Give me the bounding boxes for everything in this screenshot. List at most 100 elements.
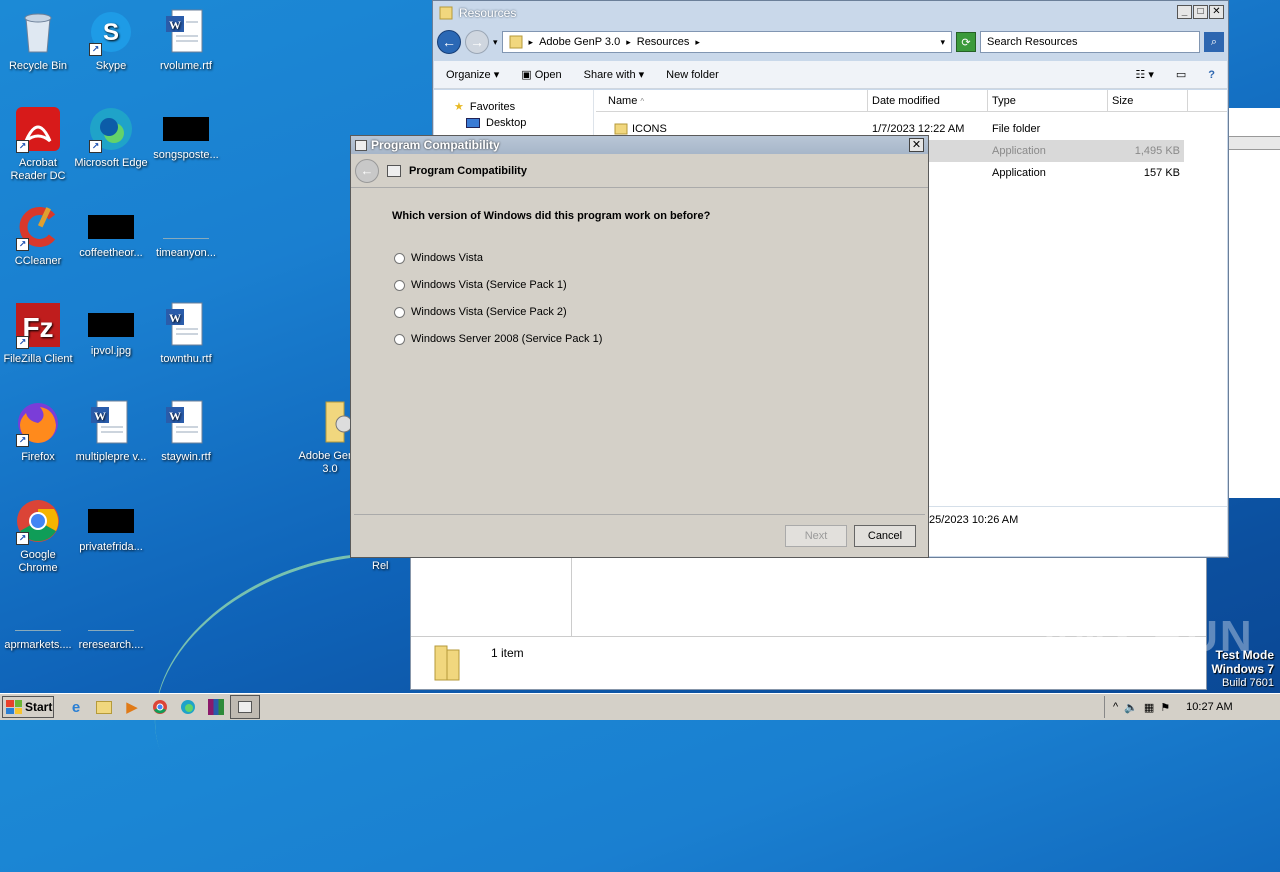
minimize-button[interactable]: _ <box>1177 5 1192 19</box>
start-label: Start <box>25 700 53 714</box>
desktop-icon-label: aprmarkets.... <box>4 639 72 651</box>
option-windows-server-2008-sp1[interactable]: Windows Server 2008 (Service Pack 1) <box>394 333 602 345</box>
option-windows-vista-sp2[interactable]: Windows Vista (Service Pack 2) <box>394 306 567 318</box>
organize-label: Organize <box>446 69 491 81</box>
next-button[interactable]: Next <box>785 525 847 547</box>
file-thumbnail <box>88 509 134 533</box>
desktop-icon-label: townthu.rtf <box>160 353 212 365</box>
preview-pane-icon[interactable]: ▭ <box>1176 68 1186 81</box>
chrome-icon: ↗ <box>14 497 62 545</box>
breadcrumb-arrow-icon[interactable]: ▸ <box>626 37 631 48</box>
desktop-icon-rel[interactable]: Rel <box>372 560 412 573</box>
option-windows-vista-sp1[interactable]: Windows Vista (Service Pack 1) <box>394 279 567 291</box>
share-with-label: Share with <box>583 69 636 81</box>
desktop-icon-chrome[interactable]: ↗ Google Chrome <box>0 497 76 575</box>
internet-explorer-icon[interactable]: e <box>62 695 90 719</box>
window-title: Resources <box>459 6 517 20</box>
file-thumbnail <box>163 215 209 239</box>
option-windows-vista[interactable]: Windows Vista <box>394 252 483 264</box>
desktop-icon-label: staywin.rtf <box>161 451 211 463</box>
close-button[interactable]: ✕ <box>1209 5 1224 19</box>
desktop-icon-filezilla[interactable]: Fz ↗ FileZilla Client <box>0 301 76 366</box>
desktop-icon-privatefrida[interactable]: privatefrida... <box>73 497 149 554</box>
history-dropdown-icon[interactable]: ▾ <box>493 37 498 48</box>
address-dropdown-icon[interactable]: ▾ <box>940 37 945 48</box>
start-button[interactable]: Start <box>2 696 54 718</box>
back-button[interactable]: ← <box>355 158 379 183</box>
desktop-icon-aprmarkets[interactable]: aprmarkets.... <box>0 595 76 652</box>
organize-button[interactable]: Organize ▾ <box>446 68 499 81</box>
desktop-icon-skype[interactable]: S ↗ Skype <box>73 8 149 73</box>
column-type[interactable]: Type <box>988 90 1108 111</box>
cancel-button[interactable]: Cancel <box>854 525 916 547</box>
file-explorer-icon[interactable] <box>90 695 118 719</box>
column-date[interactable]: Date modified <box>868 90 988 111</box>
maximize-button[interactable]: □ <box>1193 5 1208 19</box>
nav-favorites[interactable]: ★ Favorites <box>434 90 593 114</box>
desktop-icon-multipleprev[interactable]: W multiplepre v... <box>73 399 149 464</box>
dialog-title: Program Compatibility <box>371 138 500 152</box>
desktop-icon-townthu[interactable]: W townthu.rtf <box>148 301 224 366</box>
radio-button[interactable] <box>394 279 405 291</box>
network-icon[interactable]: ▦ <box>1144 701 1154 714</box>
breadcrumb-item[interactable]: Resources <box>637 36 690 48</box>
desktop-icon-reresearch[interactable]: reresearch.... <box>73 595 149 652</box>
star-icon: ★ <box>454 101 464 113</box>
clock[interactable]: 10:27 AM <box>1186 701 1232 713</box>
address-bar[interactable]: ▸ Adobe GenP 3.0 ▸ Resources ▸ ▾ <box>501 31 952 53</box>
desktop-icon-ccleaner[interactable]: ↗ CCleaner <box>0 203 76 268</box>
desktop-icon-timeanyon[interactable]: timeanyon... <box>148 203 224 260</box>
explorer-title-bar[interactable]: Resources <box>433 1 1228 25</box>
chrome-taskbar-icon[interactable] <box>146 695 174 719</box>
refresh-icon[interactable]: ⟳ <box>956 32 976 52</box>
media-player-icon[interactable]: ▶ <box>118 695 146 719</box>
tray-expand-icon[interactable]: ^ <box>1113 701 1118 713</box>
new-folder-button[interactable]: New folder <box>666 69 719 81</box>
view-options-icon[interactable]: ☷ ▾ <box>1135 68 1153 81</box>
breadcrumb-item[interactable]: Adobe GenP 3.0 <box>539 36 620 48</box>
desktop-icon-ipvol[interactable]: ipvol.jpg <box>73 301 149 358</box>
program-compatibility-dialog[interactable]: Program Compatibility ✕ ← Program Compat… <box>350 135 929 558</box>
desktop-icon-songsposte[interactable]: songsposte... <box>148 105 224 162</box>
forward-button[interactable]: → <box>465 30 489 54</box>
column-size[interactable]: Size <box>1108 90 1188 111</box>
desktop-icon-recycle-bin[interactable]: Recycle Bin <box>0 8 76 73</box>
open-button[interactable]: ▣ Open <box>521 68 561 81</box>
winrar-icon[interactable] <box>202 695 230 719</box>
option-label: Windows Vista (Service Pack 1) <box>411 279 567 291</box>
program-compatibility-taskbar-button[interactable] <box>230 695 260 719</box>
column-name[interactable]: Name ^ <box>596 90 868 111</box>
volume-icon[interactable]: 🔈 <box>1124 701 1138 714</box>
filezilla-icon: Fz ↗ <box>14 301 62 349</box>
radio-button[interactable] <box>394 306 405 318</box>
dialog-title-bar[interactable]: Program Compatibility <box>351 136 928 154</box>
breadcrumb-arrow-icon[interactable]: ▸ <box>529 37 534 48</box>
nav-desktop[interactable]: Desktop <box>434 113 593 129</box>
system-tray: ^ 🔈 ▦ ⚑ 10:27 AM <box>1104 696 1280 718</box>
search-input[interactable]: Search Resources <box>980 31 1200 53</box>
shortcut-arrow-icon: ↗ <box>16 238 29 251</box>
background-window-edge <box>1227 108 1280 498</box>
desktop-icon-label: Acrobat Reader DC <box>10 157 66 182</box>
help-icon[interactable]: ? <box>1208 69 1215 81</box>
edge-taskbar-icon[interactable] <box>174 695 202 719</box>
desktop-icon-edge[interactable]: ↗ Microsoft Edge <box>73 105 149 170</box>
radio-button[interactable] <box>394 333 405 345</box>
desktop-icon-coffeetheor[interactable]: coffeetheor... <box>73 203 149 260</box>
desktop-icon-rvolume[interactable]: W rvolume.rtf <box>148 8 224 73</box>
desktop-icon-staywin[interactable]: W staywin.rtf <box>148 399 224 464</box>
file-thumbnail <box>88 313 134 337</box>
file-thumbnail <box>88 215 134 239</box>
share-with-button[interactable]: Share with ▾ <box>584 68 645 81</box>
desktop-icon-acrobat[interactable]: ↗ Acrobat Reader DC <box>0 105 76 183</box>
back-button[interactable]: ← <box>437 30 461 54</box>
dialog-close-button[interactable]: ✕ <box>909 138 924 152</box>
file-type: Application <box>992 145 1046 157</box>
action-center-flag-icon[interactable]: ⚑ <box>1160 701 1170 714</box>
svg-text:W: W <box>169 409 181 423</box>
desktop-icon-firefox[interactable]: ↗ Firefox <box>0 399 76 464</box>
test-mode-notice: Test Mode Windows 7 Build 7601 <box>1211 648 1274 690</box>
breadcrumb-arrow-icon[interactable]: ▸ <box>695 37 700 48</box>
radio-button[interactable] <box>394 252 405 264</box>
search-icon[interactable]: ⌕ <box>1204 32 1224 52</box>
